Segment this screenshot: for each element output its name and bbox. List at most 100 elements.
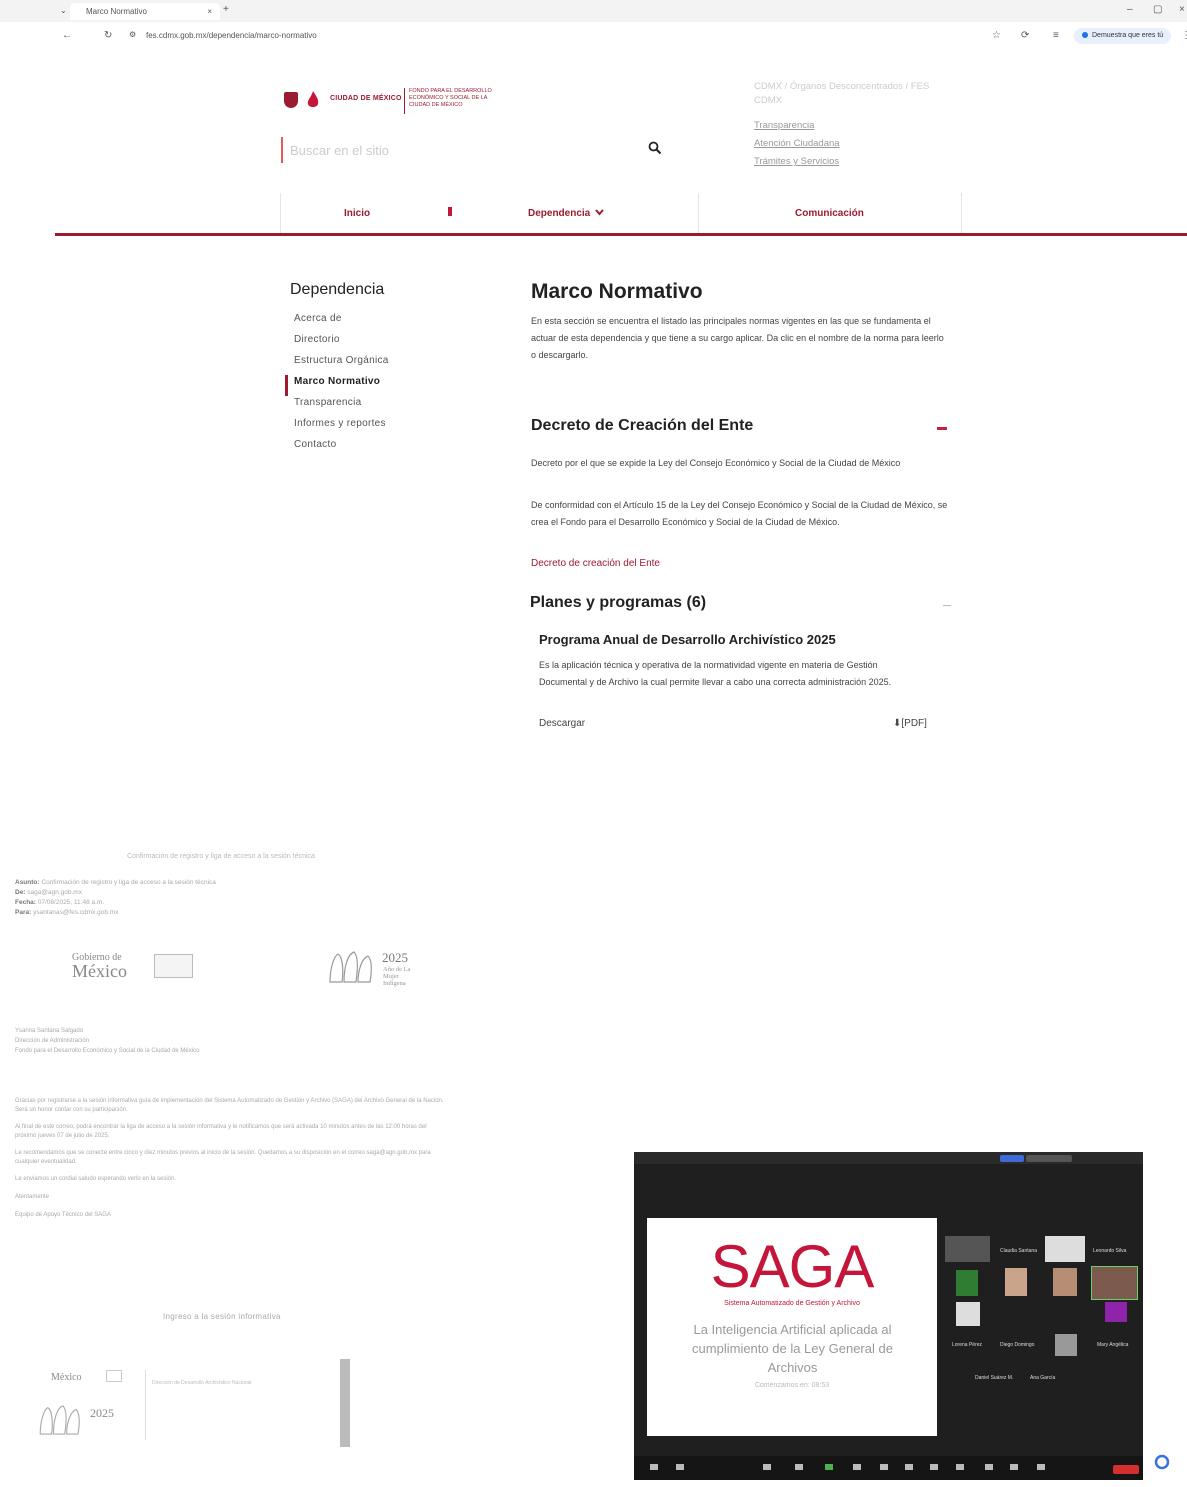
restore-icon[interactable]: ▢ bbox=[1153, 4, 1162, 15]
email-paragraph: Atentamente bbox=[15, 1194, 50, 1200]
settings-icon[interactable] bbox=[1010, 1464, 1018, 1470]
footer-mujer-logo-icon bbox=[39, 1405, 80, 1435]
top-link-atencion[interactable]: Atención Ciudadana bbox=[754, 138, 939, 149]
section-title-decreto[interactable]: Decreto de Creación del Ente bbox=[531, 417, 951, 435]
participant-tile[interactable] bbox=[1053, 1268, 1077, 1296]
participant-tile[interactable] bbox=[956, 1270, 978, 1296]
nav-marker bbox=[448, 207, 452, 216]
new-tab-icon[interactable]: + bbox=[223, 4, 229, 15]
email-field-para: Para: ysantanas@fes.cdmx.gob.mx bbox=[15, 909, 119, 916]
agn-seal-icon bbox=[154, 954, 193, 978]
search-input[interactable] bbox=[290, 140, 640, 160]
sidebar-item-informes[interactable]: Informes y reportes bbox=[285, 417, 389, 438]
email-paragraph: Al final de este correo, podrá encontrar… bbox=[15, 1124, 427, 1139]
extensions-icon[interactable]: ⟳ bbox=[1021, 30, 1029, 41]
share-screen-icon[interactable] bbox=[825, 1464, 833, 1470]
year-subtitle: Año de La Mujer Indígena bbox=[383, 966, 411, 987]
cdmx-shield-icon bbox=[284, 92, 298, 108]
sidebar-item-acerca[interactable]: Acerca de bbox=[285, 312, 389, 333]
logo-cdmx-text: CIUDAD DE MÉXICO bbox=[330, 95, 402, 102]
recipient-org: Fondo para el Desarrollo Económico y Soc… bbox=[15, 1048, 200, 1054]
participant-tile[interactable] bbox=[945, 1236, 990, 1262]
email-header-fields: Asunto: Confirmación de registro y liga … bbox=[15, 878, 445, 918]
email-paragraph: Le enviamos un cordial saludo esperando … bbox=[15, 1176, 177, 1182]
decreto-text-2: De conformidad con el Artículo 15 de la … bbox=[531, 500, 948, 527]
email-body: Gracias por registrarse a la sesión info… bbox=[15, 1097, 445, 1220]
top-link-transparencia[interactable]: Transparencia bbox=[754, 120, 939, 131]
sidebar-item-marco-normativo[interactable]: Marco Normativo bbox=[285, 375, 389, 396]
whiteboard-icon[interactable] bbox=[930, 1464, 938, 1470]
collapse-icon[interactable] bbox=[937, 427, 947, 430]
participants-icon[interactable] bbox=[763, 1464, 771, 1470]
participant-tile[interactable] bbox=[1091, 1266, 1138, 1300]
nav-inicio[interactable]: Inicio bbox=[344, 208, 370, 219]
participant-tile[interactable] bbox=[956, 1302, 980, 1326]
mic-icon[interactable] bbox=[650, 1464, 658, 1470]
email-signature: Equipo de Apoyo Técnico del SAGA bbox=[15, 1212, 111, 1218]
help-icon[interactable] bbox=[1037, 1464, 1045, 1470]
address-bar[interactable]: fes.cdmx.gob.mx/dependencia/marco-normat… bbox=[146, 31, 317, 40]
more-icon[interactable] bbox=[985, 1464, 993, 1470]
tab-list-icon[interactable]: ⌄ bbox=[60, 6, 67, 15]
top-links: CDMX / Órganos Desconcentrados / FES CDM… bbox=[754, 80, 939, 174]
cdmx-flame-icon bbox=[307, 91, 319, 107]
pdf-download-button[interactable]: ⬇[PDF] bbox=[893, 718, 927, 729]
profile-dot-icon bbox=[1082, 32, 1088, 39]
translate-icon[interactable]: ≡ bbox=[1053, 30, 1059, 41]
window-close-icon[interactable]: × bbox=[1179, 4, 1185, 15]
search-icon[interactable] bbox=[648, 141, 662, 155]
email-field-asunto: Asunto: Confirmación de registro y liga … bbox=[15, 879, 216, 886]
participant-tile[interactable] bbox=[1045, 1236, 1085, 1262]
nav-divider bbox=[961, 193, 962, 233]
sidebar-item-contacto[interactable]: Contacto bbox=[285, 438, 389, 459]
main-nav: Inicio Dependencia Comunicación bbox=[280, 193, 962, 233]
sidebar-item-estructura[interactable]: Estructura Orgánica bbox=[285, 354, 389, 375]
section-title-planes[interactable]: Planes y programas (6) bbox=[530, 594, 950, 612]
chat-icon[interactable] bbox=[795, 1464, 803, 1470]
recipient-name: Ysanna Santana Salgado bbox=[15, 1028, 84, 1034]
footer-gob-text: México bbox=[51, 1372, 82, 1383]
nav-rule bbox=[55, 233, 1187, 236]
signin-button[interactable]: Demuestra que eres tú bbox=[1074, 28, 1172, 44]
session-access-link[interactable]: Ingreso a la sesión informativa bbox=[163, 1312, 281, 1321]
bookmark-star-icon[interactable]: ☆ bbox=[992, 30, 1001, 41]
leave-call-button[interactable] bbox=[1113, 1465, 1139, 1474]
call-status-pill bbox=[1000, 1155, 1024, 1162]
sidebar-item-transparencia[interactable]: Transparencia bbox=[285, 396, 389, 417]
collapse-icon[interactable] bbox=[943, 605, 951, 606]
reload-icon[interactable]: ↻ bbox=[104, 30, 112, 41]
logo-fes-text: FONDO PARA EL DESARROLLO ECONÓMICO Y SOC… bbox=[409, 88, 492, 108]
notes-icon[interactable] bbox=[956, 1464, 964, 1470]
minimize-icon[interactable]: – bbox=[1127, 4, 1133, 15]
footer-gobierno-logo: México bbox=[51, 1370, 82, 1386]
camera-icon[interactable] bbox=[676, 1464, 684, 1470]
site-info-icon[interactable]: ⚙ bbox=[129, 30, 136, 39]
decreto-link[interactable]: Decreto de creación del Ente bbox=[531, 558, 951, 569]
breadcrumb[interactable]: CDMX / Órganos Desconcentrados / FES CDM… bbox=[754, 80, 939, 108]
participant-tile[interactable] bbox=[1105, 1302, 1127, 1322]
call-toolbar bbox=[634, 1456, 1143, 1480]
download-label[interactable]: Descargar bbox=[539, 718, 585, 729]
assistant-ring-icon[interactable] bbox=[1154, 1454, 1170, 1470]
footer-bar bbox=[340, 1359, 350, 1447]
nav-comunicacion[interactable]: Comunicación bbox=[795, 208, 864, 219]
top-link-tramites[interactable]: Trámites y Servicios bbox=[754, 156, 939, 167]
search-accent-bar bbox=[281, 137, 283, 163]
menu-kebab-icon[interactable]: ⋮ bbox=[1181, 30, 1187, 41]
reactions-icon[interactable] bbox=[880, 1464, 888, 1470]
page-title: Marco Normativo bbox=[531, 280, 703, 303]
nav-dependencia[interactable]: Dependencia bbox=[528, 208, 604, 219]
participant-name: Ana García bbox=[1030, 1375, 1056, 1381]
browser-tab[interactable]: Marco Normativo × bbox=[70, 3, 220, 20]
logo-divider bbox=[404, 88, 405, 114]
sidebar-item-directorio[interactable]: Directorio bbox=[285, 333, 389, 354]
email-subject-header: Confirmación de registro y liga de acces… bbox=[127, 853, 315, 860]
participant-tile[interactable] bbox=[1005, 1268, 1027, 1296]
apps-icon[interactable] bbox=[905, 1464, 913, 1470]
close-icon[interactable]: × bbox=[207, 3, 212, 20]
back-icon[interactable]: ← bbox=[62, 30, 72, 41]
sidebar-list: Acerca de Directorio Estructura Orgánica… bbox=[285, 312, 389, 459]
chevron-down-icon bbox=[595, 209, 604, 216]
record-icon[interactable] bbox=[853, 1464, 861, 1470]
participant-tile[interactable] bbox=[1055, 1334, 1077, 1356]
